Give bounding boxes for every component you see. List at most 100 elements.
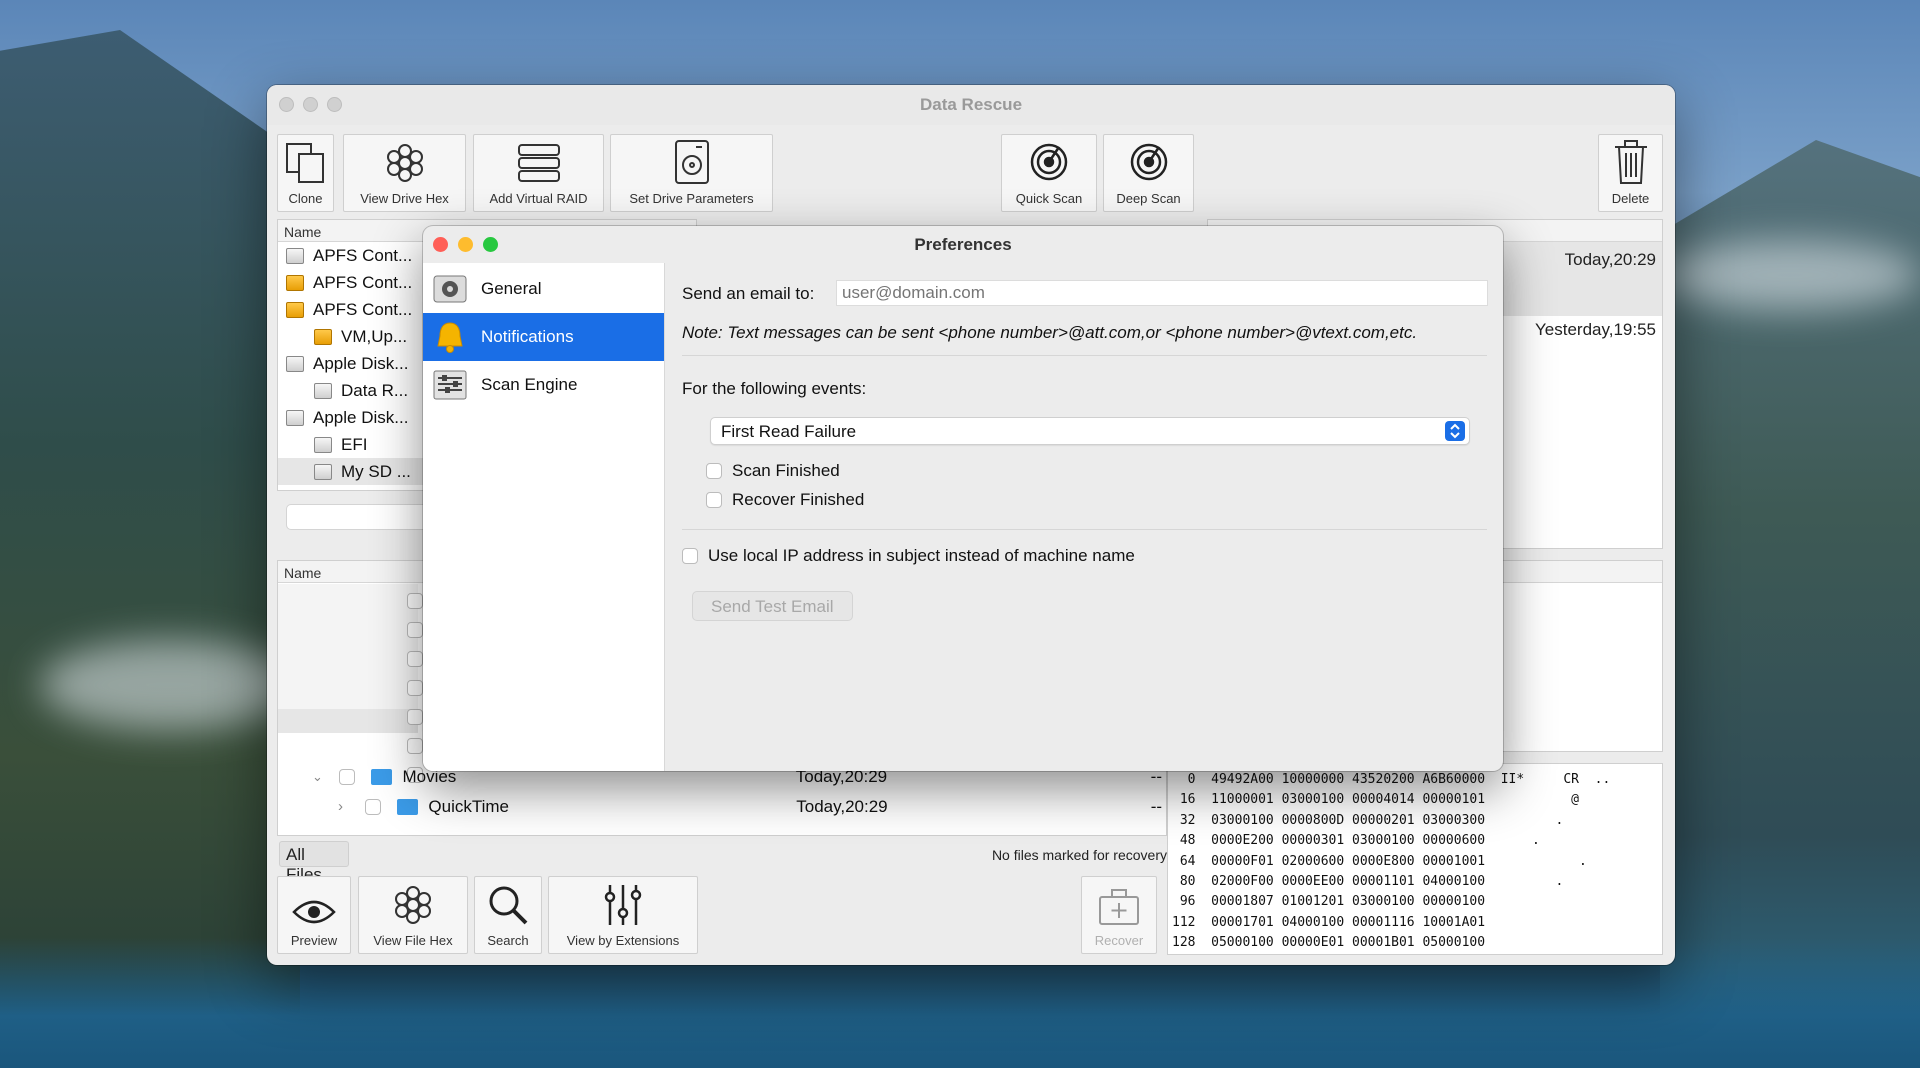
wallpaper-cloud [1660,240,1920,310]
hex-view[interactable]: 0 49492A00 10000000 43520200 A6B60000 II… [1167,763,1663,955]
main-titlebar: Data Rescue [267,85,1675,125]
preferences-titlebar: Preferences [423,226,1503,263]
file-checkbox[interactable] [365,798,382,815]
view-by-extensions-button[interactable]: View by Extensions [548,876,698,954]
preview-label: Preview [290,933,338,948]
files-checkbox-column [407,593,423,783]
hex-line: 112 00001701 04000100 00001116 10001A01 [1172,914,1486,930]
drive-label: My SD ... [341,461,411,481]
recover-kit-icon [1099,889,1139,925]
folder-icon [371,768,393,785]
minimize-button[interactable] [458,237,473,252]
main-toolbar: Clone View Drive Hex Add Virtual RAID Se… [267,134,1675,214]
close-button[interactable] [279,97,294,112]
drive-label: Apple Disk... [313,407,409,427]
view-file-hex-button[interactable]: View File Hex [358,876,468,954]
zoom-button[interactable] [483,237,498,252]
local-ip-option[interactable]: Use local IP address in subject instead … [682,546,1135,566]
recover-finished-label: Recover Finished [732,490,865,509]
files-selected-stub [278,709,418,733]
eye-icon [292,900,336,924]
disk-icon [314,436,332,453]
folder-icon [397,798,419,815]
all-files-tab[interactable]: All Files [279,841,349,884]
add-virtual-raid-label: Add Virtual RAID [489,191,588,206]
clone-icon [285,143,324,183]
send-test-email-button[interactable]: Send Test Email [692,591,853,621]
file-checkbox[interactable] [407,593,423,609]
hex-line: 64 00000F01 02000600 0000E800 00001001 . [1172,853,1587,869]
sliders-icon [604,885,642,925]
sidebar-item-scan-engine[interactable]: Scan Engine [423,361,664,409]
deep-scan-button[interactable]: Deep Scan [1103,134,1194,212]
file-checkbox[interactable] [339,768,356,785]
search-button[interactable]: Search [474,876,542,954]
close-button[interactable] [433,237,448,252]
recover-finished-option[interactable]: Recover Finished [706,490,864,510]
delete-button[interactable]: Delete [1598,134,1663,212]
scan-finished-checkbox[interactable] [706,463,722,479]
disk-icon [286,247,304,264]
event-select[interactable]: First Read Failure [710,417,1470,445]
clone-button[interactable]: Clone [277,134,334,212]
drive-label: Apple Disk... [313,353,409,373]
recover-finished-checkbox[interactable] [706,492,722,508]
preferences-dialog: Preferences General Notifications Scan E… [423,226,1503,771]
recovery-status: No files marked for recovery [991,847,1167,863]
hex-flower-icon [386,144,423,182]
scan-finished-option[interactable]: Scan Finished [706,461,840,481]
deep-scan-label: Deep Scan [1116,191,1181,206]
local-ip-checkbox[interactable] [682,548,698,564]
info-date: Yesterday,19:55 [1535,320,1656,339]
preview-button[interactable]: Preview [277,876,351,954]
search-icon [489,886,528,925]
file-checkbox[interactable] [407,651,423,667]
notifications-panel: Send an email to: Note: Text messages ca… [666,263,1503,771]
window-controls [279,97,342,112]
info-date: Today,20:29 [1564,250,1656,269]
file-checkbox[interactable] [407,622,423,638]
hex-line: 128 05000100 00000E01 00001B01 05000100 [1172,935,1486,951]
hex-line: 0 49492A00 10000000 43520200 A6B60000 II… [1172,772,1611,787]
email-field[interactable] [836,280,1488,306]
add-virtual-raid-button[interactable]: Add Virtual RAID [473,134,604,212]
local-ip-label: Use local IP address in subject instead … [708,546,1135,565]
disk-icon [286,301,304,318]
hex-line: 16 11000001 03000100 00004014 00000101 @ [1172,792,1579,808]
wallpaper-mountain-left [0,30,300,1068]
hex-line: 96 00001807 01001201 03000100 00000100 [1172,894,1486,910]
gear-icon [433,272,467,306]
quick-scan-label: Quick Scan [1015,191,1083,206]
raid-stack-icon [517,144,560,182]
disk-icon [286,355,304,372]
disk-icon [314,463,332,480]
quick-scan-button[interactable]: Quick Scan [1001,134,1097,212]
chevron-right-icon[interactable]: › [338,798,353,815]
set-drive-parameters-label: Set Drive Parameters [629,191,754,206]
file-checkbox[interactable] [407,709,423,725]
sidebar-item-general[interactable]: General [423,265,664,313]
hex-flower-icon [395,886,431,924]
section-divider [682,355,1487,356]
chevron-down-icon[interactable]: ⌄ [312,769,327,785]
file-row[interactable]: › QuickTime Today,20:29 -- [338,793,1162,820]
target-icon [1030,143,1068,181]
drive-label: VM,Up... [341,326,408,346]
bell-icon [433,320,467,354]
disk-icon [286,409,304,426]
clone-label: Clone [288,191,323,206]
zoom-button[interactable] [327,97,342,112]
recover-label: Recover [1094,933,1144,948]
sidebar-item-notifications[interactable]: Notifications [423,313,664,361]
recover-button[interactable]: Recover [1081,876,1157,954]
file-checkbox[interactable] [407,738,423,754]
scan-engine-icon [433,368,467,402]
drive-label: APFS Cont... [313,245,413,265]
file-checkbox[interactable] [407,680,423,696]
target-icon [1130,143,1167,181]
minimize-button[interactable] [303,97,318,112]
window-title: Data Rescue [919,95,1023,114]
set-drive-parameters-button[interactable]: Set Drive Parameters [610,134,773,212]
view-drive-hex-button[interactable]: View Drive Hex [343,134,466,212]
disk-icon [314,328,332,345]
